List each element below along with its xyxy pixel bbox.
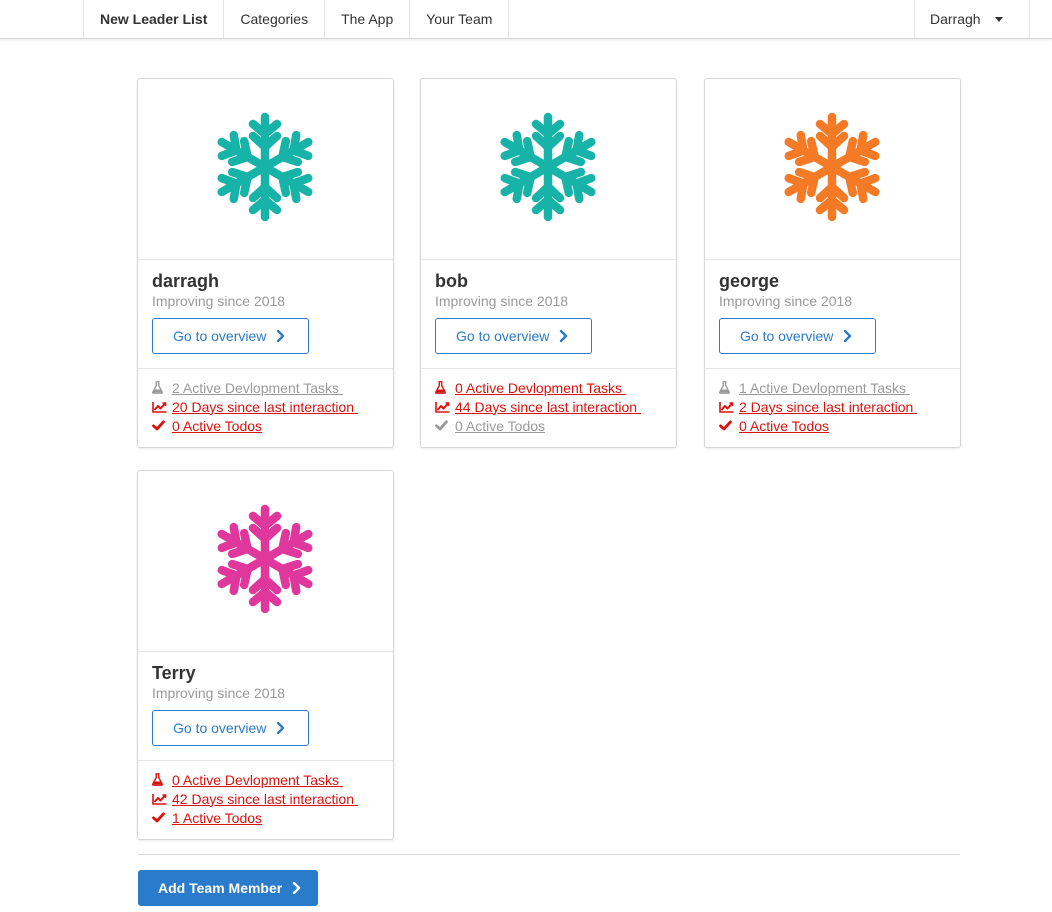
member-name: bob [435, 271, 468, 291]
member-name: Terry [152, 663, 196, 683]
stat-link[interactable]: 0 Active Devlopment Tasks [152, 770, 379, 789]
flask-icon [152, 773, 172, 786]
member-subtitle: Improving since 2018 [152, 293, 286, 309]
check-icon [719, 420, 739, 431]
card-stats: 2 Active Devlopment Tasks 20 Days since … [138, 369, 393, 435]
card-stats: 1 Active Devlopment Tasks 2 Days since l… [705, 369, 960, 435]
team-member-card-george: george Improving since 2018 Go to overvi… [704, 78, 961, 448]
divider [138, 854, 960, 855]
stat-text: 0 Active Todos [739, 417, 830, 434]
add-team-member-button[interactable]: Add Team Member [138, 870, 318, 906]
stat-text: 0 Active Todos [455, 417, 546, 434]
stat-text: 1 Active Devlopment Tasks [739, 379, 910, 396]
member-name: george [719, 271, 780, 291]
card-body: george Improving since 2018 Go to overvi… [705, 260, 960, 369]
card-stats: 0 Active Devlopment Tasks 42 Days since … [138, 761, 393, 827]
stat-text: 42 Days since last interaction [172, 790, 358, 807]
add-team-member-label: Add Team Member [158, 880, 283, 896]
button-label: Go to overview [740, 328, 834, 344]
chevron-right-icon [276, 330, 285, 342]
stat-text: 2 Active Devlopment Tasks [172, 379, 343, 396]
line-chart-icon [435, 401, 455, 413]
nav-item-your-team[interactable]: Your Team [410, 0, 510, 38]
chevron-right-icon [292, 882, 301, 894]
line-chart-icon [152, 793, 172, 805]
stat-link[interactable]: 20 Days since last interaction [152, 397, 379, 416]
stat-link[interactable]: 2 Active Devlopment Tasks [152, 378, 379, 397]
card-image-area [421, 79, 676, 260]
card-body: Terry Improving since 2018 Go to overvie… [138, 652, 393, 761]
member-subtitle: Improving since 2018 [719, 293, 853, 309]
snowflake-icon [784, 112, 880, 222]
flask-icon [719, 381, 739, 394]
check-icon [152, 812, 172, 823]
member-subtitle: Improving since 2018 [435, 293, 569, 309]
stat-text: 44 Days since last interaction [455, 398, 641, 415]
stat-text: 0 Active Todos [172, 417, 263, 434]
go-to-overview-button[interactable]: Go to overview [152, 710, 309, 746]
stat-text: 0 Active Devlopment Tasks [172, 771, 343, 788]
stat-text: 2 Days since last interaction [739, 398, 918, 415]
card-stats: 0 Active Devlopment Tasks 44 Days since … [421, 369, 676, 435]
card-image-area [138, 471, 393, 652]
team-member-card-bob: bob Improving since 2018 Go to overview … [420, 78, 677, 448]
caret-down-icon [994, 16, 1003, 22]
snowflake-icon [500, 112, 596, 222]
card-image-area [705, 79, 960, 260]
member-name: darragh [152, 271, 220, 291]
button-label: Go to overview [456, 328, 550, 344]
line-chart-icon [719, 401, 739, 413]
stat-link[interactable]: 44 Days since last interaction [435, 397, 662, 416]
stat-link[interactable]: 1 Active Devlopment Tasks [719, 378, 946, 397]
flask-icon [152, 381, 172, 394]
user-menu-dropdown[interactable]: Darragh [914, 0, 1030, 38]
stat-link[interactable]: 0 Active Todos [435, 416, 662, 435]
card-body: bob Improving since 2018 Go to overview [421, 260, 676, 369]
team-member-card-darragh: darragh Improving since 2018 Go to overv… [137, 78, 394, 448]
member-subtitle: Improving since 2018 [152, 685, 286, 701]
check-icon [152, 420, 172, 431]
stat-text: 0 Active Devlopment Tasks [455, 379, 626, 396]
chevron-right-icon [843, 330, 852, 342]
stat-text: 20 Days since last interaction [172, 398, 358, 415]
nav-item-the-app[interactable]: The App [325, 0, 411, 38]
top-navbar: New Leader List Categories The App Your … [0, 0, 1052, 39]
card-body: darragh Improving since 2018 Go to overv… [138, 260, 393, 369]
team-member-card-terry: Terry Improving since 2018 Go to overvie… [137, 470, 394, 840]
stat-link[interactable]: 0 Active Devlopment Tasks [435, 378, 662, 397]
chevron-right-icon [559, 330, 568, 342]
card-image-area [138, 79, 393, 260]
nav-item-categories[interactable]: Categories [224, 0, 326, 38]
nav-item-new-leader-list[interactable]: New Leader List [84, 0, 225, 38]
chevron-right-icon [276, 722, 285, 734]
stat-link[interactable]: 2 Days since last interaction [719, 397, 946, 416]
stat-link[interactable]: 0 Active Todos [719, 416, 946, 435]
check-icon [435, 420, 455, 431]
snowflake-icon [217, 504, 313, 614]
go-to-overview-button[interactable]: Go to overview [435, 318, 592, 354]
button-label: Go to overview [173, 720, 267, 736]
go-to-overview-button[interactable]: Go to overview [719, 318, 876, 354]
stat-link[interactable]: 0 Active Todos [152, 416, 379, 435]
go-to-overview-button[interactable]: Go to overview [152, 318, 309, 354]
snowflake-icon [217, 112, 313, 222]
flask-icon [435, 381, 455, 394]
stat-text: 1 Active Todos [172, 809, 263, 826]
user-name: Darragh [930, 11, 981, 27]
stat-link[interactable]: 1 Active Todos [152, 808, 379, 827]
line-chart-icon [152, 401, 172, 413]
stat-link[interactable]: 42 Days since last interaction [152, 789, 379, 808]
button-label: Go to overview [173, 328, 267, 344]
nav-menu: New Leader List Categories The App Your … [83, 0, 510, 38]
